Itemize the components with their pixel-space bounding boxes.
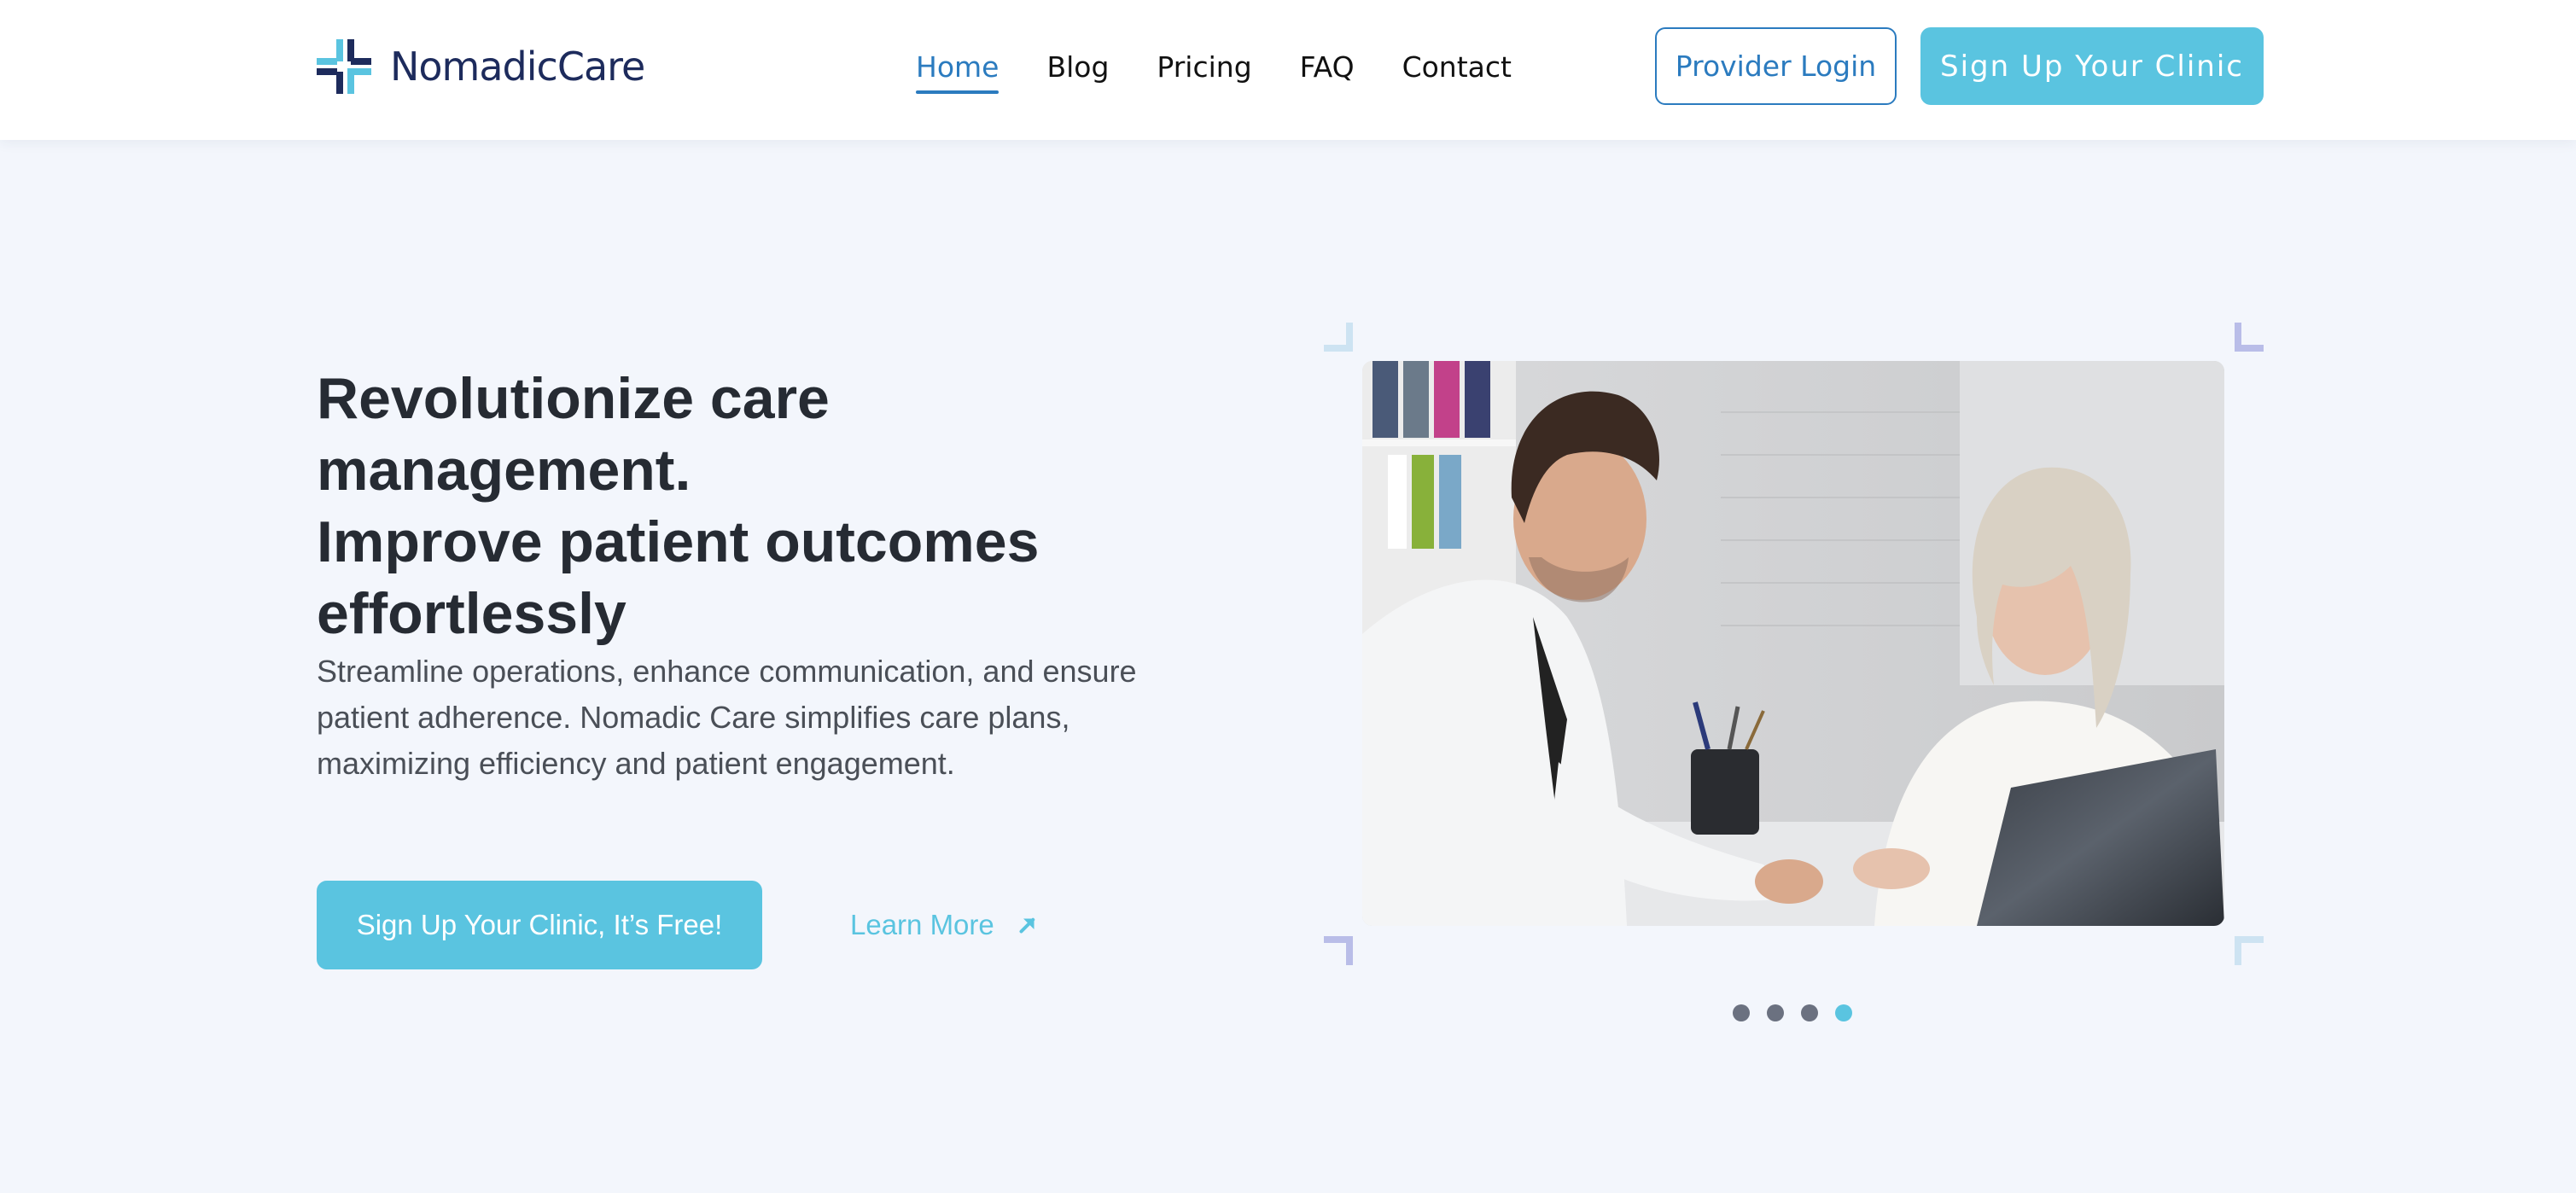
corner-bracket-top-right [2235,323,2264,352]
corner-bracket-bottom-left [1324,936,1353,965]
nav-blog[interactable]: Blog [1046,46,1109,89]
logo-text: NomadicCare [390,44,645,90]
headline-line: effortlessly [317,581,627,646]
signup-clinic-button[interactable]: Sign Up Your Clinic [1920,27,2264,105]
doctor-patient-illustration [1362,361,2224,926]
learn-more-link[interactable]: Learn More [850,903,1040,947]
headline-line: Revolutionize care management. [317,366,830,503]
corner-bracket-bottom-right [2235,936,2264,965]
hero-photo [1362,361,2224,926]
signup-free-button[interactable]: Sign Up Your Clinic, It’s Free! [317,881,762,969]
hero-headline: Revolutionize care management. Improve p… [317,363,1170,649]
arrow-up-right-icon [1019,917,1035,934]
learn-more-label: Learn More [850,909,994,940]
carousel-dots [1733,1004,1869,1021]
nav-pricing[interactable]: Pricing [1157,46,1251,89]
carousel-dot[interactable] [1733,1004,1750,1021]
corner-bracket-top-left [1324,323,1353,352]
logo[interactable]: NomadicCare [317,39,645,94]
main-nav: Home Blog Pricing FAQ Contact [916,46,1559,94]
nav-faq[interactable]: FAQ [1300,46,1355,89]
carousel-dot[interactable] [1767,1004,1784,1021]
headline-line: Improve patient outcomes [317,509,1040,574]
nav-home[interactable]: Home [916,46,1000,94]
provider-login-button[interactable]: Provider Login [1655,27,1897,105]
carousel-dot-active[interactable] [1835,1004,1852,1021]
site-header: NomadicCare Home Blog Pricing FAQ Contac… [0,0,2576,140]
carousel-dot[interactable] [1801,1004,1818,1021]
nav-contact[interactable]: Contact [1402,46,1512,89]
logo-mark-icon [317,39,371,94]
hero-subtext: Streamline operations, enhance communica… [317,654,1137,781]
